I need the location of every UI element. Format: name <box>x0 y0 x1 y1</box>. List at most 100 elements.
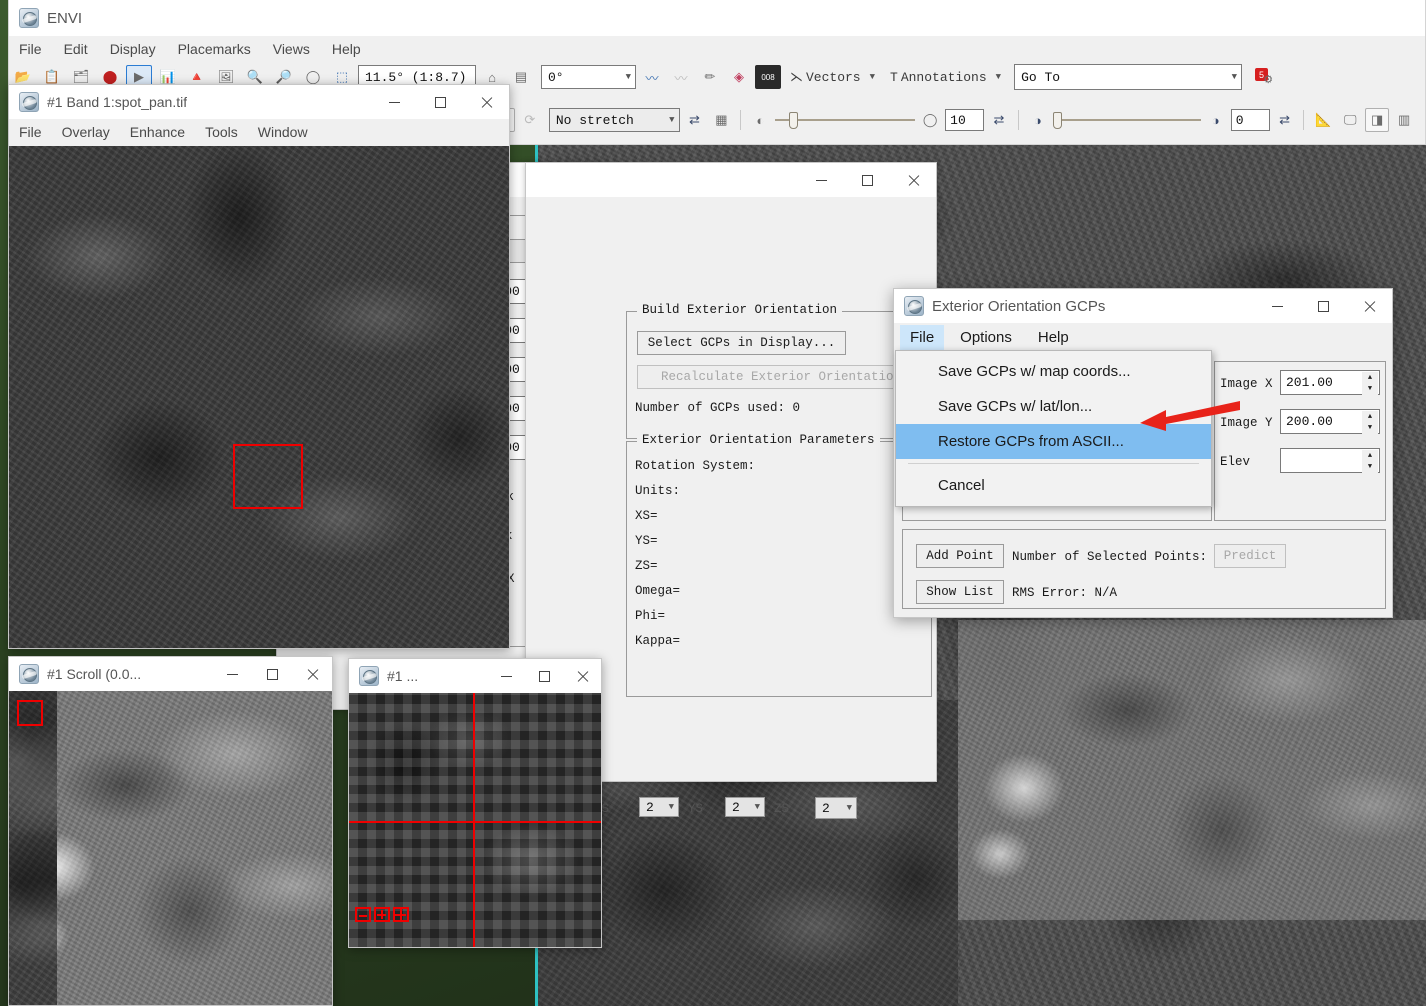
zoom-image-canvas[interactable] <box>349 693 601 947</box>
band-window-buttons[interactable] <box>371 85 509 119</box>
band-menu-enhance[interactable]: Enhance <box>130 124 185 140</box>
param-omega: Omega= <box>635 584 681 598</box>
scroll-window-buttons[interactable] <box>212 657 332 691</box>
grayscale-icon[interactable]: ◨ <box>1365 108 1390 132</box>
pencil-icon[interactable]: ✏ <box>697 65 723 89</box>
exterior-window-buttons[interactable] <box>798 163 936 197</box>
roi-icon[interactable]: ◈ <box>726 65 752 89</box>
split-view-icon[interactable]: ▥ <box>1392 108 1416 132</box>
slider-knob[interactable] <box>789 111 799 129</box>
band-menu-overlay[interactable]: Overlay <box>62 124 110 140</box>
band-menu-window[interactable]: Window <box>258 124 308 140</box>
rotation-combo[interactable]: 0° ▼ <box>541 65 636 89</box>
refresh-icon[interactable]: ⇄ <box>987 108 1011 132</box>
menu-edit[interactable]: Edit <box>64 41 88 57</box>
show-list-button[interactable]: Show List <box>916 580 1004 604</box>
image-x-field[interactable]: 201.00 ▲ ▼ <box>1280 370 1380 395</box>
zoom-window-buttons[interactable] <box>487 659 601 693</box>
band-menu-file[interactable]: File <box>19 124 42 140</box>
transparency-icon[interactable]: 〰 <box>639 65 665 89</box>
close-button[interactable] <box>463 85 509 119</box>
scroll-viewport-box[interactable] <box>17 700 43 726</box>
maximize-button[interactable] <box>844 163 890 197</box>
slider-knob[interactable] <box>1052 111 1062 129</box>
minimize-button[interactable] <box>371 85 417 119</box>
minimize-button[interactable] <box>212 657 252 691</box>
menu-placemarks[interactable]: Placemarks <box>178 41 251 57</box>
close-button[interactable] <box>563 659 601 693</box>
gcp-window-buttons[interactable] <box>1254 289 1392 323</box>
gcp-menu-file[interactable]: File <box>900 324 945 350</box>
color-bars-icon[interactable]: ▦ <box>709 108 733 132</box>
elev-spinner[interactable]: ▲ ▼ <box>1362 450 1378 473</box>
scroll-dark-edge <box>9 691 57 1005</box>
image-x-spinner[interactable]: ▲ ▼ <box>1362 372 1378 395</box>
flicker2-icon[interactable]: 〰 <box>668 65 694 89</box>
close-button[interactable] <box>890 163 936 197</box>
predict-button[interactable]: Predict <box>1214 544 1286 568</box>
menu-item-cancel[interactable]: Cancel <box>896 468 1211 503</box>
screenshot-icon[interactable]: 🖵 <box>1338 108 1362 132</box>
measure-ruler-icon[interactable]: 📐 <box>1311 108 1335 132</box>
app-title: ENVI <box>47 9 83 27</box>
menu-item-save-gcps-map-coords[interactable]: Save GCPs w/ map coords... <box>896 354 1211 389</box>
zoom-in-icon[interactable] <box>374 907 390 922</box>
annotations-menu[interactable]: T Annotations ▼ <box>890 70 1001 85</box>
go-to-combo[interactable]: Go To ▼ <box>1014 64 1243 90</box>
axis-ys-order[interactable]: 2 ▼ <box>725 797 765 817</box>
vectors-label: Vectors <box>806 69 861 85</box>
envi-menu-bar[interactable]: File Edit Display Placemarks Views Help <box>9 36 1425 62</box>
minimize-button[interactable] <box>1254 289 1300 323</box>
zoom-grid-icon[interactable] <box>393 907 409 922</box>
maximize-button[interactable] <box>1300 289 1346 323</box>
zoom-window[interactable]: #1 ... <box>348 658 602 948</box>
zoom-out-icon[interactable] <box>355 907 371 922</box>
scroll-window[interactable]: #1 Scroll (0.0... <box>8 656 333 1006</box>
scroll-image-canvas[interactable] <box>9 691 332 1005</box>
elev-field[interactable]: ▲ ▼ <box>1280 448 1380 473</box>
close-button[interactable] <box>292 657 332 691</box>
maximize-button[interactable] <box>525 659 563 693</box>
axis-zs-order[interactable]: 2 ▼ <box>815 797 857 819</box>
gcp-dialog-title: Exterior Orientation GCPs <box>932 297 1106 315</box>
refresh2-icon[interactable]: ⇄ <box>1273 108 1297 132</box>
opacity-icon[interactable]: ◑ <box>1026 108 1050 132</box>
minimize-button[interactable] <box>798 163 844 197</box>
brightness-slider[interactable] <box>775 110 916 130</box>
axis-xs-order[interactable]: 2 ▼ <box>639 797 679 817</box>
maximize-button[interactable] <box>417 85 463 119</box>
refresh-disabled-icon[interactable]: ⟳ <box>518 108 542 132</box>
gcp-menu-bar[interactable]: File Options Help <box>894 323 1392 351</box>
pixel-value-icon[interactable]: 008 <box>755 65 781 89</box>
close-button[interactable] <box>1346 289 1392 323</box>
annotations-icon: T <box>890 69 898 85</box>
minimize-button[interactable] <box>487 659 525 693</box>
alert-badge-icon[interactable]: 5 ⚙ <box>1251 65 1277 89</box>
flicker-icon[interactable]: ▤ <box>508 65 534 89</box>
band-menu-tools[interactable]: Tools <box>205 124 238 140</box>
image-y-spinner[interactable]: ▲ ▼ <box>1362 411 1378 434</box>
add-point-button[interactable]: Add Point <box>916 544 1004 568</box>
menu-views[interactable]: Views <box>273 41 310 57</box>
brightness-value[interactable]: 10 <box>945 109 985 131</box>
zoom-controls[interactable] <box>355 907 409 922</box>
zoom-region-box[interactable] <box>233 444 303 509</box>
transparency-value[interactable]: 0 <box>1230 109 1270 131</box>
menu-display[interactable]: Display <box>110 41 156 57</box>
vectors-menu[interactable]: ⋋ Vectors ▼ <box>790 70 875 85</box>
band-display-window[interactable]: #1 Band 1:spot_pan.tif File Overlay Enha… <box>8 84 510 649</box>
recalculate-button[interactable]: Recalculate Exterior Orientation <box>637 365 925 389</box>
sync-icon[interactable]: ⇄ <box>683 108 707 132</box>
band-image-canvas[interactable] <box>9 146 509 648</box>
maximize-button[interactable] <box>252 657 292 691</box>
transparency-slider[interactable] <box>1052 110 1201 130</box>
image-y-field[interactable]: 200.00 ▲ ▼ <box>1280 409 1380 434</box>
gcp-menu-help[interactable]: Help <box>1028 325 1079 350</box>
brightness-icon[interactable]: ◐ <box>748 108 772 132</box>
band-window-menu-bar[interactable]: File Overlay Enhance Tools Window <box>9 119 509 145</box>
stretch-combo[interactable]: No stretch ▼ <box>548 108 680 132</box>
menu-file[interactable]: File <box>19 41 42 57</box>
select-gcps-button[interactable]: Select GCPs in Display... <box>637 331 846 355</box>
menu-help[interactable]: Help <box>332 41 361 57</box>
gcp-menu-options[interactable]: Options <box>950 325 1022 350</box>
